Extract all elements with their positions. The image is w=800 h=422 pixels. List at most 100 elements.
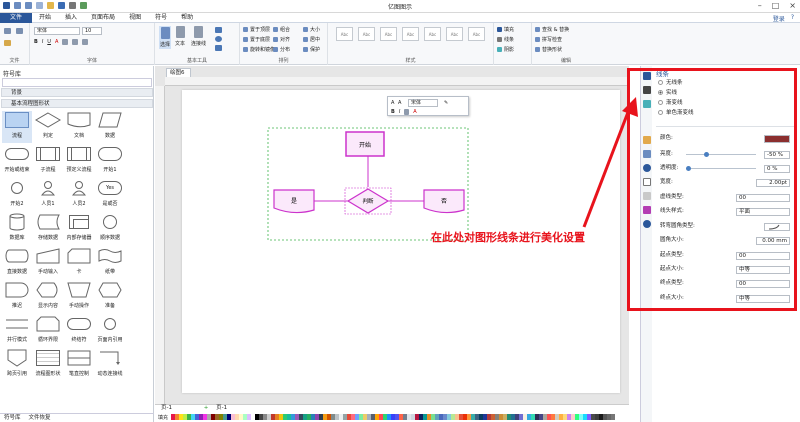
library-shape[interactable]: 人员2 [64,179,94,211]
library-shape[interactable]: 准备 [95,281,125,313]
context-italic-icon[interactable]: I [399,109,400,115]
page-tab-active[interactable]: 页-1 [216,405,227,411]
italic-icon[interactable]: I [42,39,43,45]
font-name-select[interactable]: 宋体 [34,27,80,35]
arrange-button[interactable]: 组合 [273,26,290,33]
library-shape[interactable]: 页面内引用 [95,315,125,347]
library-shape[interactable]: 开始1 [95,145,125,177]
menu-item[interactable]: 页面布局 [84,13,122,23]
add-page-icon[interactable]: + [204,405,209,411]
library-shape[interactable]: 推迟 [2,281,32,313]
copy-button[interactable] [16,28,23,34]
arrange-button[interactable]: 大小 [303,26,320,33]
menu-item[interactable]: 插入 [58,13,84,23]
arrange-button[interactable]: 对齐 [273,36,290,43]
tab-file-recovery[interactable]: 文件恢复 [29,414,51,422]
library-shape[interactable]: 流程 [2,111,32,143]
underline-icon[interactable]: U [47,39,51,45]
arrange-button[interactable]: 分布 [273,46,290,53]
library-shape[interactable]: Yes 是或否 [95,179,125,211]
menu-item[interactable]: 视图 [122,13,148,23]
library-shape[interactable]: 预定义流程 [64,145,94,177]
color-swatch[interactable] [611,414,616,420]
arrange-button[interactable]: 保护 [303,46,320,53]
style-preset[interactable]: Abc [358,27,375,41]
library-section-background[interactable]: 背景 [1,88,153,97]
library-shape[interactable]: 内部存储器 [64,213,94,245]
font-color-icon[interactable]: A [55,39,58,45]
context-align-icon[interactable] [404,109,410,115]
cut-button[interactable] [4,28,11,34]
select-tool-button[interactable]: 选择 [159,26,172,49]
arrange-button[interactable]: 居中 [303,36,320,43]
library-shape[interactable]: 子流程 [33,145,63,177]
tab-symbol-library[interactable]: 符号库 [4,414,21,422]
page-tab-left[interactable]: 页-1 [161,405,172,411]
style-preset[interactable]: Abc [380,27,397,41]
maximize-icon[interactable]: □ [772,1,780,10]
library-search-input[interactable] [2,78,152,87]
context-font-shrink-icon[interactable]: A [398,100,401,106]
edit-button[interactable]: 查找 & 替换 [535,26,569,33]
library-shape[interactable]: 跨页引用 [2,349,32,381]
document-tab[interactable]: 绘图6 [166,68,191,77]
library-shape[interactable]: 手动输入 [33,247,63,279]
align-right-icon[interactable] [82,39,89,45]
context-font-grow-icon[interactable]: A [391,100,394,106]
library-shape[interactable]: 判定 [33,111,63,143]
arrange-button[interactable]: 置于底层 [243,36,270,43]
help-icon[interactable]: ? [791,14,794,23]
style-preset[interactable]: Abc [402,27,419,41]
style-preset[interactable]: Abc [336,27,353,41]
library-shape[interactable]: 流程图形状 [33,349,63,381]
library-shape[interactable]: 开始或结束 [2,145,32,177]
style-side-button[interactable]: 线条 [497,36,514,43]
library-shape[interactable]: 纸带 [95,247,125,279]
library-shape[interactable]: 人员1 [33,179,63,211]
library-shape[interactable]: 手动操作 [64,281,94,313]
minimize-icon[interactable]: – [758,1,762,10]
context-color-icon[interactable]: A [413,109,416,115]
library-shape[interactable]: 数据库 [2,213,32,245]
rectangle-icon[interactable] [215,27,222,33]
menu-item[interactable]: 帮助 [174,13,200,23]
edit-button[interactable]: 拼写检查 [535,36,562,43]
context-bold-icon[interactable]: B [391,109,395,115]
library-shape[interactable]: 并行模式 [2,315,32,347]
library-shape[interactable]: 存储数据 [33,213,63,245]
connector-tool-button[interactable]: 连接线 [191,26,206,47]
paste-button[interactable] [4,40,11,46]
library-shape[interactable]: 数据 [95,111,125,143]
context-format-painter-icon[interactable]: ✎ [444,100,448,106]
ellipse-icon[interactable] [215,36,222,42]
style-preset[interactable]: Abc [468,27,485,41]
font-size-select[interactable]: 10 [82,27,102,35]
context-font-select[interactable]: 宋体 [408,99,438,107]
library-shape[interactable]: 笔直控制 [64,349,94,381]
library-shape[interactable]: 终结符 [64,315,94,347]
library-section-basic-flowchart[interactable]: 基本流程图形状 [1,99,153,108]
arrange-button[interactable]: 置于顶层 [243,26,270,33]
library-shape[interactable]: 动态连接线 [95,349,125,381]
align-left-icon[interactable] [62,39,69,45]
text-tool-button[interactable]: 文本 [175,26,185,47]
menu-item[interactable]: 符号 [148,13,174,23]
library-shape[interactable]: 文档 [64,111,94,143]
align-center-icon[interactable] [72,39,79,45]
style-preset[interactable]: Abc [424,27,441,41]
library-shape[interactable]: 循环界限 [33,315,63,347]
library-shape[interactable]: 开始2 [2,179,32,211]
login-link[interactable]: 登录 [773,14,785,23]
style-preset[interactable]: Abc [446,27,463,41]
menu-item[interactable]: 文件 [0,13,33,23]
library-shape[interactable]: 卡 [64,247,94,279]
library-shape[interactable]: 显示内容 [33,281,63,313]
style-side-button[interactable]: 阴影 [497,46,514,53]
library-shape[interactable]: 直接数据 [2,247,32,279]
menu-item[interactable]: 开始 [32,13,58,23]
close-icon[interactable]: × [789,1,796,10]
arrange-button[interactable]: 旋转和镜像 [243,46,275,53]
pen-icon[interactable] [215,45,222,51]
style-side-button[interactable]: 填充 [497,26,514,33]
bold-icon[interactable]: B [34,39,38,45]
